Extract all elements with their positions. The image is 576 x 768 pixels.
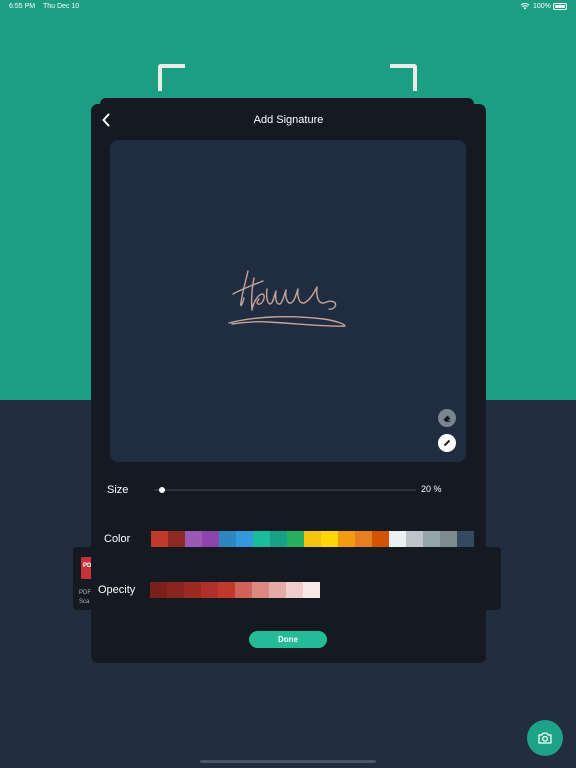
status-bar: 6:55 PM Thu Dec 10 100% <box>0 0 576 14</box>
color-swatch[interactable] <box>406 531 423 547</box>
scan-frame-corner-top-right <box>390 64 417 91</box>
color-swatch[interactable] <box>338 531 355 547</box>
color-swatch[interactable] <box>304 531 321 547</box>
opacity-swatch[interactable] <box>184 582 201 598</box>
document-type: PDF <box>79 590 91 596</box>
color-swatch[interactable] <box>321 531 338 547</box>
size-slider[interactable] <box>154 487 416 493</box>
opacity-swatch[interactable] <box>252 582 269 598</box>
opacity-swatch[interactable] <box>218 582 235 598</box>
wifi-icon <box>520 3 530 10</box>
home-indicator <box>200 760 376 763</box>
signature-canvas[interactable] <box>110 140 466 462</box>
color-swatch[interactable] <box>202 531 219 547</box>
camera-icon <box>538 732 552 744</box>
color-swatch[interactable] <box>389 531 406 547</box>
color-swatch[interactable] <box>168 531 185 547</box>
color-swatch[interactable] <box>236 531 253 547</box>
pen-button[interactable] <box>438 434 456 452</box>
opacity-palette <box>150 582 320 598</box>
color-swatch[interactable] <box>457 531 474 547</box>
color-swatch[interactable] <box>440 531 457 547</box>
color-swatch[interactable] <box>270 531 287 547</box>
scan-frame-corner-top-left <box>158 64 185 91</box>
color-swatch[interactable] <box>372 531 389 547</box>
signature-drawing <box>228 270 346 327</box>
add-signature-modal: Add Signature Size 20 % Color Opecity Do… <box>91 104 486 663</box>
opacity-swatch[interactable] <box>150 582 167 598</box>
size-value: 20 % <box>421 484 442 494</box>
opacity-swatch[interactable] <box>167 582 184 598</box>
color-swatch[interactable] <box>423 531 440 547</box>
eraser-button[interactable] <box>438 409 456 427</box>
opacity-swatch[interactable] <box>201 582 218 598</box>
size-label: Size <box>107 484 129 496</box>
color-swatch[interactable] <box>151 531 168 547</box>
status-date: Thu Dec 10 <box>43 3 80 10</box>
color-swatch[interactable] <box>219 531 236 547</box>
color-palette <box>151 531 474 547</box>
document-name: Sca <box>79 599 90 605</box>
opacity-label: Opecity <box>98 584 136 596</box>
color-swatch[interactable] <box>287 531 304 547</box>
modal-title: Add Signature <box>253 114 324 126</box>
camera-button[interactable] <box>527 720 563 756</box>
color-swatch[interactable] <box>355 531 372 547</box>
done-button[interactable]: Done <box>249 631 327 648</box>
color-swatch[interactable] <box>253 531 270 547</box>
status-time: 6:55 PM <box>9 3 36 10</box>
opacity-swatch[interactable] <box>303 582 320 598</box>
eraser-icon <box>443 415 451 422</box>
size-slider-thumb[interactable] <box>159 487 166 493</box>
opacity-swatch[interactable] <box>235 582 252 598</box>
opacity-swatch[interactable] <box>286 582 303 598</box>
battery-percentage: 100% <box>533 3 551 10</box>
opacity-swatch[interactable] <box>269 582 286 598</box>
pencil-icon <box>444 439 451 446</box>
color-label: Color <box>104 533 131 545</box>
color-swatch[interactable] <box>185 531 202 547</box>
battery-icon <box>553 3 567 10</box>
